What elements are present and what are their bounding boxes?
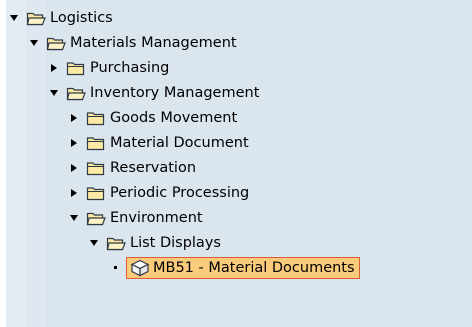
- triangle-down-icon[interactable]: [68, 212, 80, 224]
- tree-row-logistics[interactable]: Logistics: [0, 5, 472, 30]
- tree-row-list-displays[interactable]: List Displays: [0, 230, 472, 255]
- tree-label-reservation: Reservation: [110, 159, 197, 176]
- tree-label-list-displays: List Displays: [130, 234, 221, 251]
- tree-label-goods-movement: Goods Movement: [110, 109, 238, 126]
- closed-folder-icon: [66, 60, 86, 76]
- tree-label-environment: Environment: [110, 209, 203, 226]
- closed-folder-icon: [86, 110, 106, 126]
- triangle-right-icon[interactable]: [48, 62, 60, 74]
- closed-folder-icon: [86, 185, 106, 201]
- bullet-icon: [114, 266, 117, 269]
- open-folder-icon: [106, 235, 126, 251]
- tree-row-purchasing[interactable]: Purchasing: [0, 55, 472, 80]
- tree-label-logistics: Logistics: [50, 9, 113, 26]
- tree-row-material-document[interactable]: Material Document: [0, 130, 472, 155]
- tree-row-goods-movement[interactable]: Goods Movement: [0, 105, 472, 130]
- triangle-down-icon[interactable]: [48, 87, 60, 99]
- tree-label-material-document: Material Document: [110, 134, 249, 151]
- triangle-right-icon[interactable]: [68, 187, 80, 199]
- tree-label-purchasing: Purchasing: [90, 59, 170, 76]
- tree-label-periodic-processing: Periodic Processing: [110, 184, 250, 201]
- tree-row-environment[interactable]: Environment: [0, 205, 472, 230]
- tree-row-reservation[interactable]: Reservation: [0, 155, 472, 180]
- tree-row-periodic-processing[interactable]: Periodic Processing: [0, 180, 472, 205]
- triangle-down-icon[interactable]: [88, 237, 100, 249]
- selected-transaction-node[interactable]: MB51 - Material Documents: [126, 256, 360, 279]
- triangle-right-icon[interactable]: [68, 112, 80, 124]
- open-folder-icon: [26, 10, 46, 26]
- triangle-down-icon[interactable]: [28, 37, 40, 49]
- triangle-right-icon[interactable]: [68, 162, 80, 174]
- tree-label-mb51: MB51 - Material Documents: [153, 259, 355, 276]
- transaction-cube-icon: [130, 259, 150, 277]
- closed-folder-icon: [86, 160, 106, 176]
- open-folder-icon: [86, 210, 106, 226]
- tree-label-materials-management: Materials Management: [70, 34, 237, 51]
- open-folder-icon: [46, 35, 66, 51]
- tree-row-materials-management[interactable]: Materials Management: [0, 30, 472, 55]
- closed-folder-icon: [86, 135, 106, 151]
- tree-row-inventory-management[interactable]: Inventory Management: [0, 80, 472, 105]
- tree-label-inventory-management: Inventory Management: [90, 84, 260, 101]
- triangle-right-icon[interactable]: [68, 137, 80, 149]
- triangle-down-icon[interactable]: [8, 12, 20, 24]
- tree-row-mb51[interactable]: MB51 - Material Documents: [0, 255, 472, 280]
- open-folder-icon: [66, 85, 86, 101]
